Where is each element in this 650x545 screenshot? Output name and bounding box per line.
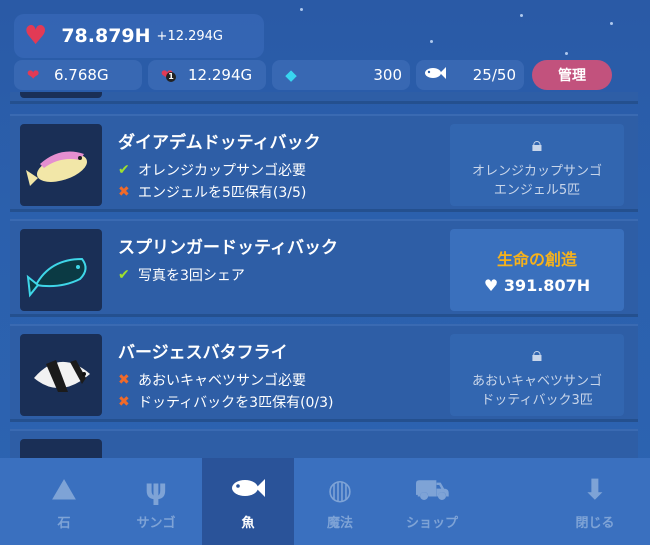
life-rate: +12.294G: [156, 28, 224, 44]
fish-list[interactable]: ダイアデムドッティバック ✔ オレンジカップサンゴ必要 ✖ エンジェルを5匹保有…: [10, 92, 638, 458]
list-item[interactable]: バージェスバタフライ ✖ あおいキャベツサンゴ必要 ✖ ドッティバックを3匹保有…: [10, 324, 638, 422]
fish-thumbnail: [20, 92, 102, 98]
life-total: 78.879H: [61, 25, 151, 47]
stat-1-value: 6.768G: [54, 66, 109, 84]
manage-button[interactable]: 管理: [532, 60, 612, 90]
fish-thumbnail: [20, 439, 102, 458]
unlock-condition: オレンジカップサンゴ: [471, 164, 602, 179]
fish-count-value: 25/50: [472, 66, 516, 84]
tab-coral[interactable]: ψ サンゴ: [110, 458, 202, 545]
life-counter: ♥ 78.879H +12.294G: [14, 14, 264, 58]
check-icon: ✔: [118, 162, 130, 178]
stat-2-value: 12.294G: [188, 66, 253, 84]
stat-life-per-tap: ❤ 6.768G: [14, 60, 142, 90]
fish-thumbnail: [20, 334, 102, 416]
crystal-ball-icon: ◍: [327, 473, 353, 506]
list-item[interactable]: [10, 429, 638, 458]
fish-name: スプリンガードッティバック: [118, 238, 338, 258]
unlock-condition: ドッティバック3匹: [481, 393, 593, 408]
requirement-item: ✔ 写真を3回シェア: [118, 267, 245, 284]
tab-stone[interactable]: ⛰ 石: [18, 458, 110, 545]
lock-icon: 🔒︎: [531, 132, 543, 156]
cross-icon: ✖: [118, 372, 130, 388]
requirement-item: ✖ エンジェルを5匹保有(3/5): [118, 184, 307, 201]
cross-icon: ✖: [118, 394, 130, 410]
stone-icon: ⛰: [52, 473, 76, 506]
locked-panel: 🔒︎ オレンジカップサンゴ エンジェル5匹: [450, 124, 624, 206]
coral-icon: ψ: [144, 473, 168, 506]
fish-name: ダイアデムドッティバック: [118, 133, 321, 153]
fish-icon: [231, 472, 265, 508]
gem-value: 300: [373, 66, 402, 84]
close-button[interactable]: ⬇ 閉じる: [540, 458, 650, 545]
cart-icon: ⛟: [414, 473, 450, 506]
create-life-button[interactable]: 生命の創造 ♥ 391.807H: [450, 229, 624, 311]
create-life-cost: ♥ 391.807H: [483, 275, 591, 295]
check-icon: ✔: [118, 267, 130, 283]
heart-badge-icon: ❤1: [156, 66, 178, 84]
heart-icon: ♥: [483, 275, 499, 295]
gem-icon: ◆: [285, 66, 297, 84]
cross-icon: ✖: [118, 184, 130, 200]
lock-icon: 🔒︎: [531, 342, 543, 366]
list-item[interactable]: スプリンガードッティバック ✔ 写真を3回シェア 生命の創造 ♥ 391.807…: [10, 219, 638, 317]
fish-icon: [424, 66, 446, 84]
unlock-condition: あおいキャベツサンゴ: [471, 374, 602, 389]
download-circle-icon: ⬇: [583, 473, 607, 506]
stat-life-per-second: ❤1 12.294G: [148, 60, 266, 90]
fish-thumbnail: [20, 124, 102, 206]
bottom-nav: ⛰ 石 ψ サンゴ 魚 ◍ 魔法 ⛟ ショップ ⬇ 閉じる: [0, 458, 650, 545]
stat-2-badge: 1: [166, 72, 176, 82]
list-item[interactable]: [10, 92, 638, 104]
stats-bar: ❤ 6.768G ❤1 12.294G ◆ 300 25/50 管理: [14, 58, 638, 92]
create-life-label: 生命の創造: [496, 249, 577, 269]
heart-tap-icon: ❤: [26, 66, 40, 84]
fish-name: バージェスバタフライ: [118, 343, 288, 363]
unlock-condition: エンジェル5匹: [493, 183, 581, 198]
heart-icon: ♥: [24, 21, 48, 51]
requirement-item: ✖ ドッティバックを3匹保有(0/3): [118, 394, 334, 411]
requirement-item: ✔ オレンジカップサンゴ必要: [118, 162, 306, 179]
tab-shop[interactable]: ⛟ ショップ: [386, 458, 478, 545]
fish-thumbnail: [20, 229, 102, 311]
tab-magic[interactable]: ◍ 魔法: [294, 458, 386, 545]
tab-fish[interactable]: 魚: [202, 458, 294, 545]
list-item[interactable]: ダイアデムドッティバック ✔ オレンジカップサンゴ必要 ✖ エンジェルを5匹保有…: [10, 114, 638, 212]
requirement-item: ✖ あおいキャベツサンゴ必要: [118, 372, 306, 389]
locked-panel: 🔒︎ あおいキャベツサンゴ ドッティバック3匹: [450, 334, 624, 416]
fish-counter: 25/50: [416, 60, 524, 90]
gem-counter: ◆ 300: [272, 60, 410, 90]
